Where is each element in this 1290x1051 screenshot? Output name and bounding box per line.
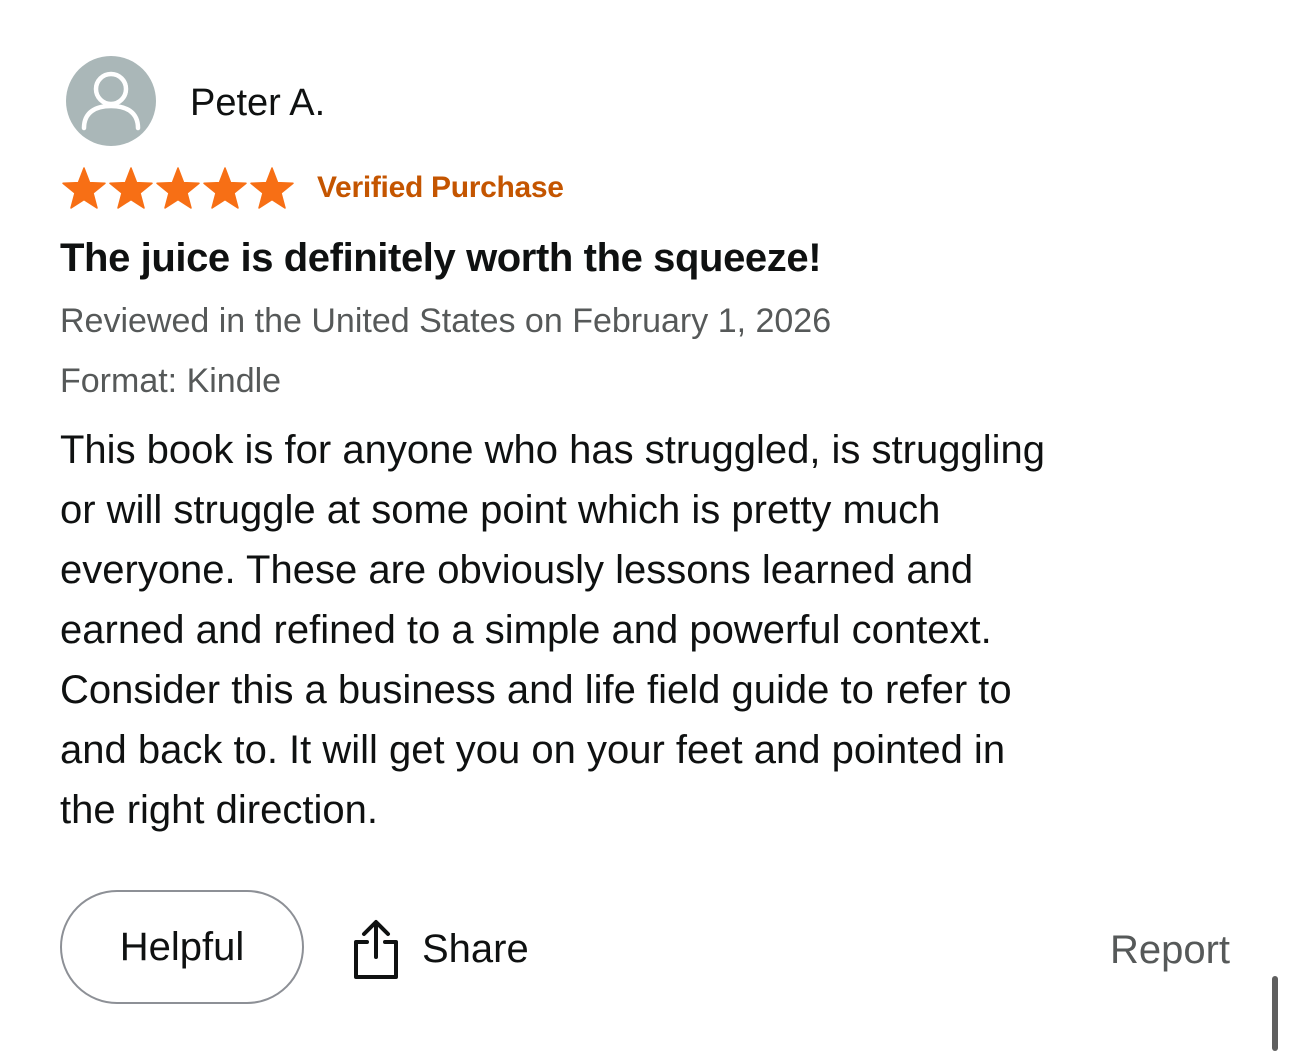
scrollbar-thumb[interactable] xyxy=(1272,976,1278,1051)
helpful-button[interactable]: Helpful xyxy=(60,890,304,1004)
review-date: Reviewed in the United States on Februar… xyxy=(60,302,832,340)
report-link[interactable]: Report xyxy=(1110,922,1230,978)
review-body-line: and back to. It will get you on your fee… xyxy=(60,728,1006,772)
star-icon xyxy=(109,167,153,209)
rating-row: Verified Purchase xyxy=(60,166,564,210)
share-icon xyxy=(354,920,398,979)
star-icon xyxy=(250,167,294,209)
star-rating xyxy=(60,166,295,210)
review-format: Format: Kindle xyxy=(60,362,282,400)
review-card: Peter A. Verified Purchase The juice is … xyxy=(0,0,1290,1051)
review-body-line: everyone. These are obviously lessons le… xyxy=(60,548,974,592)
avatar xyxy=(66,56,156,146)
person-silhouette-icon xyxy=(81,71,141,131)
review-body-line: or will struggle at some point which is … xyxy=(60,488,941,532)
star-icon xyxy=(203,167,247,209)
star-icon xyxy=(62,167,106,209)
review-body-line: earned and refined to a simple and power… xyxy=(60,608,992,652)
review-body-line: Consider this a business and life field … xyxy=(60,668,1012,712)
reviewer-name[interactable]: Peter A. xyxy=(190,80,325,126)
star-icon xyxy=(156,167,200,209)
review-body-line: This book is for anyone who has struggle… xyxy=(60,428,1045,472)
review-body-line: the right direction. xyxy=(60,788,378,832)
verified-purchase-badge: Verified Purchase xyxy=(317,171,564,204)
share-button[interactable]: Share xyxy=(350,914,529,984)
review-body: This book is for anyone who has struggle… xyxy=(60,420,1240,840)
share-label: Share xyxy=(422,926,529,971)
review-title: The juice is definitely worth the squeez… xyxy=(60,236,822,280)
